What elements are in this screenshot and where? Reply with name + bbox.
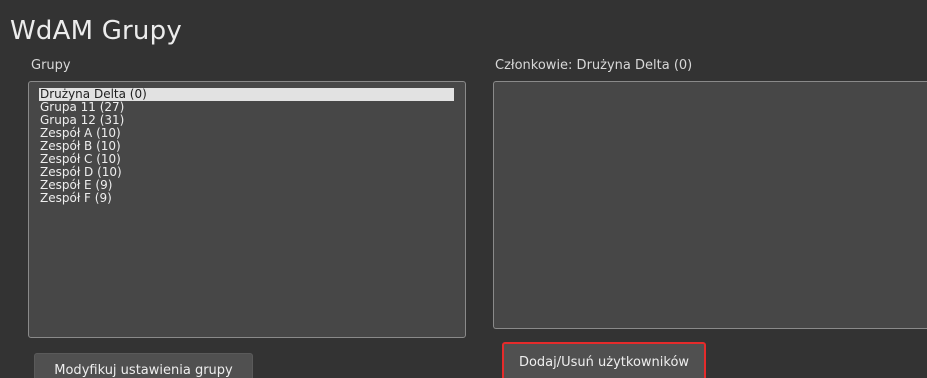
groups-label: Grupy <box>31 58 71 73</box>
members-label: Członkowie: Drużyna Delta (0) <box>495 58 693 73</box>
add-remove-users-button[interactable]: Dodaj/Usuń użytkowników <box>502 342 706 378</box>
group-list-item[interactable]: Zespół F (9) <box>39 192 455 205</box>
modify-group-settings-button[interactable]: Modyfikuj ustawienia grupy <box>34 353 253 378</box>
wdam-groups-window: WdAM Grupy Grupy Członkowie: Drużyna Del… <box>0 0 927 378</box>
page-title: WdAM Grupy <box>10 16 182 46</box>
members-list[interactable] <box>493 81 927 329</box>
groups-list[interactable]: Drużyna Delta (0) Grupa 11 (27) Grupa 12… <box>28 81 466 338</box>
